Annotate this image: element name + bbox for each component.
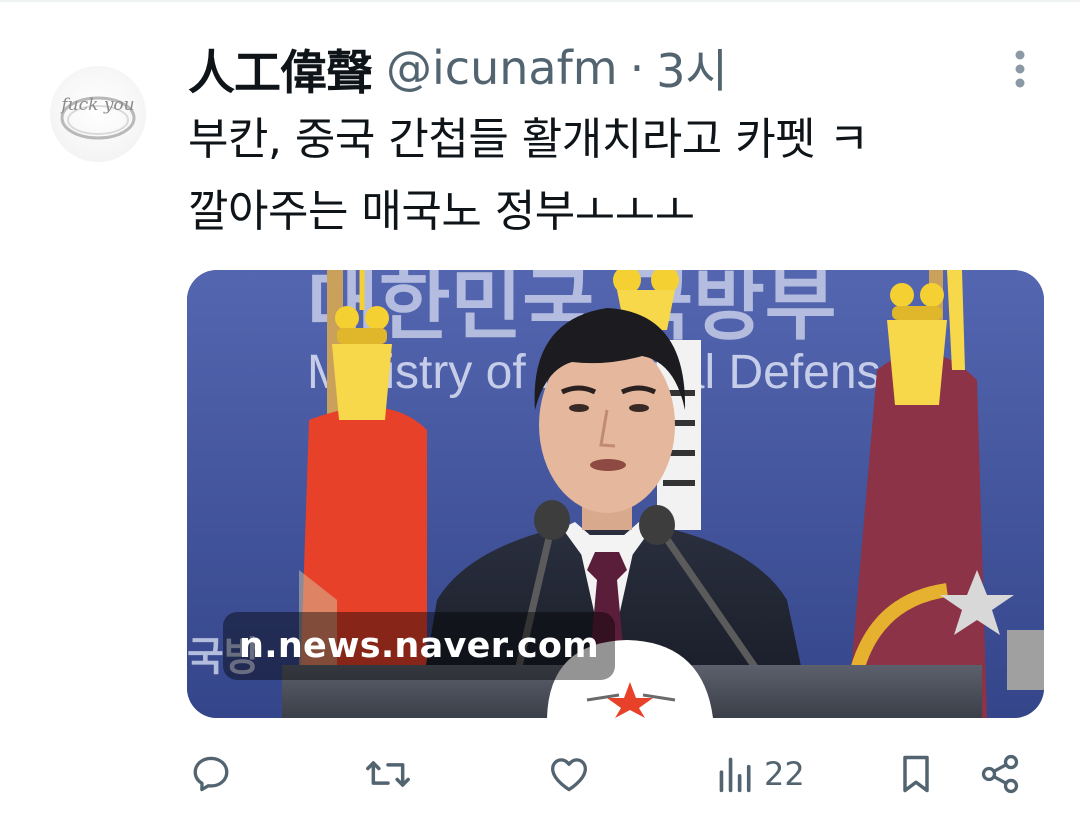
display-name[interactable]: 人工偉聲 [188,34,373,103]
avatar[interactable]: fuck you [50,66,146,162]
bookmark-icon [903,755,929,793]
share-icon [981,754,1019,794]
top-divider [0,0,1080,2]
retweet-button[interactable] [364,750,412,798]
link-domain: n.news.naver.com [239,626,600,666]
tweet-time[interactable]: 3시 [656,35,728,101]
retweet-icon [366,761,410,787]
tweet-text-line-2: 깔아주는 매국노 정부ㅗㅗㅗ [188,186,695,237]
bookmark-button[interactable] [896,750,936,798]
share-button[interactable] [978,750,1022,798]
tweet-header: 人工偉聲 @icunafm · 3시 [188,34,728,103]
like-button[interactable] [547,750,591,798]
media-card[interactable]: 대한민국 국방부 Ministry of National Defense 국방 [187,270,1044,718]
ring-avatar-image: fuck you [59,95,136,140]
tweet-text-line-1: 부칸, 중국 간첩들 활개치라고 카펫 ㅋ [188,114,869,165]
action-bar: 22 [0,740,1080,806]
user-handle[interactable]: @icunafm [386,41,618,95]
avatar-text: fuck you [59,95,134,115]
views-icon [719,757,751,793]
reply-icon [193,756,229,792]
views-count: 22 [764,755,805,793]
more-options-icon[interactable] [1000,46,1040,90]
reply-button[interactable] [189,750,233,798]
link-domain-badge[interactable]: n.news.naver.com [223,612,616,680]
tweet-text: 부칸, 중국 간첩들 활개치라고 카펫 ㅋ 깔아주는 매국노 정부ㅗㅗㅗ [188,104,1048,248]
separator-dot: · [629,41,645,95]
views-button[interactable]: 22 [716,750,805,798]
heart-icon [551,758,587,792]
